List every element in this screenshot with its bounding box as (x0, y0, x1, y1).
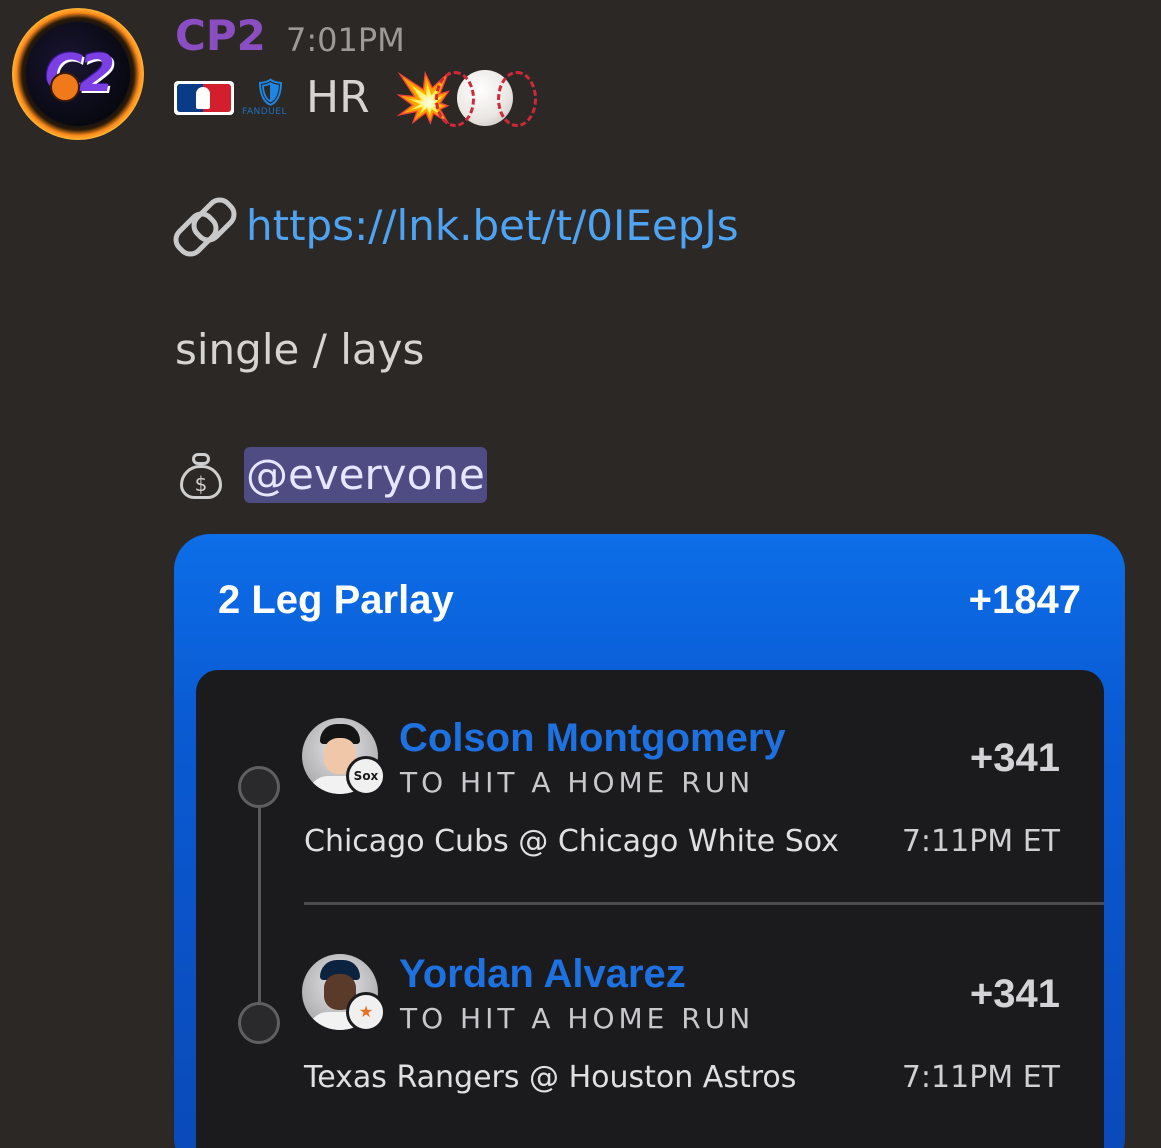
link-icon (167, 191, 243, 263)
username[interactable]: CP2 (175, 12, 266, 60)
hr-text: HR (306, 72, 370, 123)
avatar-inner: C2 (26, 22, 130, 126)
parlay-leg-2: ★ Yordan Alvarez TO HIT A HOME RUN +341 … (196, 906, 1104, 1126)
message-text: single / lays (175, 325, 425, 374)
bet-type: TO HIT A HOME RUN (400, 1002, 755, 1035)
discord-message: C2 CP2 7:01PM 🛡 FANDUEL HR 💥 https://lnk… (0, 0, 1161, 1148)
parlay-legs-panel: Sox Colson Montgomery TO HIT A HOME RUN … (196, 670, 1104, 1148)
parlay-leg-1: Sox Colson Montgomery TO HIT A HOME RUN … (196, 670, 1104, 890)
message-line-hr: 🛡 FANDUEL HR 💥 (174, 70, 538, 127)
leg-odds: +341 (969, 736, 1060, 780)
bet-link[interactable]: https://lnk.bet/t/0IEepJs (246, 198, 739, 254)
fanduel-caption: FANDUEL (242, 107, 287, 117)
game-time: 7:11PM ET (901, 824, 1060, 859)
bet-type: TO HIT A HOME RUN (400, 766, 755, 799)
bag-symbol: $ (180, 465, 222, 499)
white-sox-badge-icon: Sox (346, 756, 386, 796)
money-bag-icon: $ (178, 451, 224, 499)
baseball-emoji-icon (435, 70, 538, 127)
message-line-link: https://lnk.bet/t/0IEepJs (167, 191, 739, 263)
leg-divider (304, 902, 1104, 905)
game-time: 7:11PM ET (901, 1060, 1060, 1095)
message-line-mention: $ @everyone (178, 446, 487, 504)
basketball-icon (50, 72, 80, 102)
message-timestamp: 7:01PM (286, 21, 405, 59)
player-name: Yordan Alvarez (399, 952, 686, 996)
user-avatar[interactable]: C2 (12, 8, 144, 140)
player-name: Colson Montgomery (399, 716, 786, 760)
parlay-card[interactable]: 2 Leg Parlay +1847 Sox Colson Montgomery… (174, 534, 1125, 1148)
leg-odds: +341 (969, 972, 1060, 1016)
everyone-mention[interactable]: @everyone (244, 447, 487, 503)
game-matchup: Texas Rangers @ Houston Astros (304, 1060, 797, 1095)
astros-badge-icon: ★ (346, 992, 386, 1032)
parlay-title: 2 Leg Parlay (218, 578, 454, 622)
game-matchup: Chicago Cubs @ Chicago White Sox (304, 824, 839, 859)
mlb-logo-icon (174, 81, 234, 115)
fanduel-logo-icon: 🛡 FANDUEL (242, 78, 288, 117)
parlay-odds: +1847 (968, 578, 1081, 622)
